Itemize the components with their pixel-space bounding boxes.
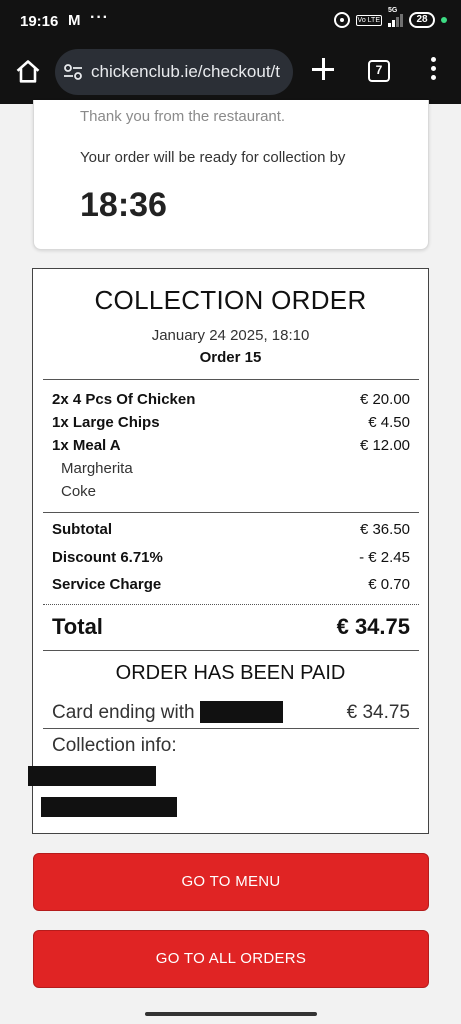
battery-icon: 28 — [409, 12, 435, 28]
gmail-icon: M — [68, 12, 81, 29]
redacted-customer-name — [28, 766, 156, 786]
order-date: January 24 2025, 18:10 — [151, 327, 310, 344]
divider — [43, 379, 419, 380]
card-label: Card ending with — [52, 702, 195, 723]
more-notifications-icon: ··· — [90, 9, 109, 26]
clock: 19:16 — [20, 13, 59, 30]
item-option: Margherita — [61, 460, 133, 477]
new-tab-icon[interactable] — [310, 56, 336, 82]
privacy-indicator-icon — [441, 17, 447, 23]
volte-icon: Vo LTE — [355, 14, 382, 26]
ready-by-label: Your order will be ready for collection … — [80, 149, 346, 166]
item-label: 2x 4 Pcs Of Chicken — [52, 391, 196, 408]
signal-icon: 5G — [388, 7, 403, 27]
discount-row: Discount 6.71% - € 2.45 — [52, 549, 410, 566]
browser-toolbar: chickenclub.ie/checkout/t 7 — [0, 44, 461, 104]
receipt-title: COLLECTION ORDER — [94, 285, 367, 315]
thanks-message: Thank you from the restaurant. — [80, 108, 286, 125]
status-bar: 19:16 M ··· Vo LTE 5G 28 — [0, 0, 461, 44]
subtotal-value: € 36.50 — [359, 521, 410, 538]
browser-menu-icon[interactable] — [427, 57, 439, 85]
divider — [43, 604, 419, 605]
item-label: 1x Large Chips — [52, 414, 160, 431]
item-option: Coke — [61, 483, 97, 500]
hotspot-icon — [333, 12, 350, 28]
total-label: Total — [52, 614, 103, 639]
gesture-bar[interactable] — [145, 1012, 317, 1016]
service-charge-row: Service Charge € 0.70 — [52, 576, 410, 593]
tab-switcher-button[interactable]: 7 — [368, 60, 390, 82]
network-type: 5G — [388, 7, 398, 14]
redacted-card-number — [200, 701, 283, 723]
redacted-phone-number — [41, 797, 177, 817]
url-text[interactable]: chickenclub.ie/checkout/t — [91, 62, 287, 82]
service-charge-value: € 0.70 — [368, 576, 410, 593]
item-price: € 12.00 — [359, 437, 410, 454]
divider — [43, 512, 419, 513]
order-receipt: COLLECTION ORDER January 24 2025, 18:10 … — [28, 268, 429, 834]
order-item: 1x Large Chips € 4.50 — [52, 414, 410, 431]
total-row: Total € 34.75 — [52, 614, 410, 640]
site-settings-icon[interactable] — [63, 63, 83, 81]
service-charge-label: Service Charge — [52, 576, 162, 593]
divider — [43, 728, 419, 729]
payment-status: ORDER HAS BEEN PAID — [115, 662, 346, 684]
go-to-menu-button[interactable]: GO TO MENU — [33, 853, 429, 911]
ready-time: 18:36 — [80, 186, 167, 224]
home-icon[interactable] — [14, 58, 42, 86]
ready-time-card: Thank you from the restaurant. Your orde… — [33, 100, 429, 250]
order-item: 2x 4 Pcs Of Chicken € 20.00 — [52, 391, 410, 408]
divider — [43, 650, 419, 651]
order-item: 1x Meal A € 12.00 — [52, 437, 410, 454]
subtotal-label: Subtotal — [52, 521, 112, 538]
address-bar[interactable]: chickenclub.ie/checkout/t — [55, 49, 293, 95]
discount-label: Discount 6.71% — [52, 549, 163, 566]
item-price: € 20.00 — [359, 391, 410, 408]
item-label: 1x Meal A — [52, 437, 121, 454]
total-value: € 34.75 — [336, 614, 410, 639]
status-icons: Vo LTE 5G 28 — [333, 7, 447, 28]
subtotal-row: Subtotal € 36.50 — [52, 521, 410, 538]
go-to-all-orders-button[interactable]: GO TO ALL ORDERS — [33, 930, 429, 988]
item-price: € 4.50 — [368, 414, 410, 431]
card-amount: € 34.75 — [346, 702, 410, 723]
discount-value: - € 2.45 — [359, 549, 410, 566]
collection-info-label: Collection info: — [52, 735, 177, 756]
order-number: Order 15 — [199, 349, 262, 366]
